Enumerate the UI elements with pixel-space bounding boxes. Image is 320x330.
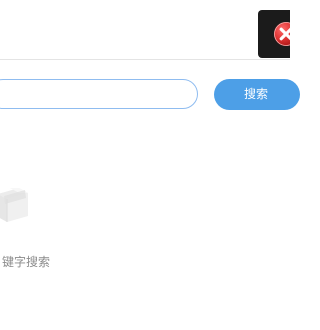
search-input[interactable] [0, 79, 198, 109]
top-bar [0, 0, 290, 60]
search-page: 搜索 键字搜索 [0, 0, 300, 330]
package-icon [0, 188, 28, 222]
close-panel[interactable] [258, 10, 290, 58]
close-icon[interactable] [273, 21, 290, 47]
search-button[interactable]: 搜索 [214, 79, 300, 110]
empty-state: 键字搜索 [0, 180, 70, 275]
empty-message: 键字搜索 [2, 255, 51, 269]
